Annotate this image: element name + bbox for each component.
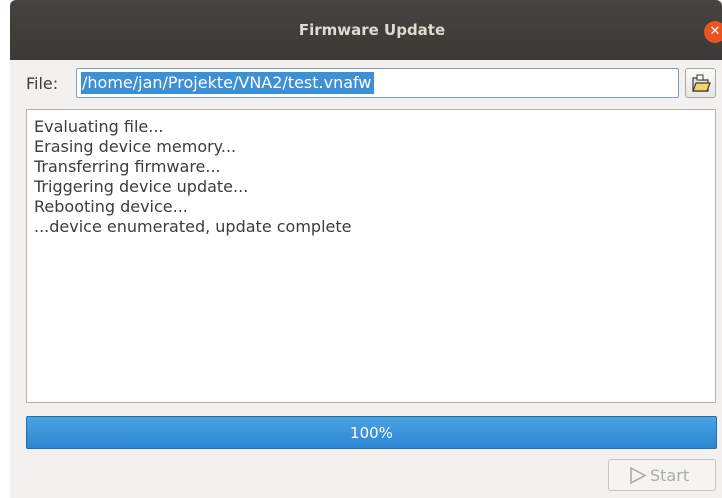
- log-line: Rebooting device...: [34, 197, 188, 216]
- open-folder-icon: [692, 74, 711, 92]
- file-path-field[interactable]: /home/jan/Projekte/VNA2/test.vnafw: [76, 68, 679, 98]
- progress-bar: 100%: [26, 416, 717, 449]
- start-label: Start: [650, 466, 690, 485]
- log-output[interactable]: Evaluating file... Erasing device memory.…: [26, 109, 716, 403]
- play-icon: [630, 467, 647, 484]
- log-line: Triggering device update...: [34, 177, 249, 196]
- file-path-text: /home/jan/Projekte/VNA2/test.vnafw: [81, 72, 375, 94]
- window-title: Firmware Update: [298, 21, 446, 39]
- file-label: File:: [26, 74, 59, 93]
- firmware-update-dialog: Firmware Update ✕ File: /home/jan/Projek…: [10, 0, 722, 498]
- start-button[interactable]: Start: [608, 459, 716, 491]
- browse-button[interactable]: [685, 68, 716, 98]
- log-line: Transferring firmware...: [34, 157, 221, 176]
- title-bar[interactable]: Firmware Update: [10, 0, 722, 60]
- log-line: Erasing device memory...: [34, 137, 237, 156]
- log-line: ...device enumerated, update complete: [34, 217, 352, 236]
- close-icon[interactable]: ✕: [704, 21, 722, 43]
- progress-text: 100%: [350, 424, 393, 442]
- log-line: Evaluating file...: [34, 117, 164, 136]
